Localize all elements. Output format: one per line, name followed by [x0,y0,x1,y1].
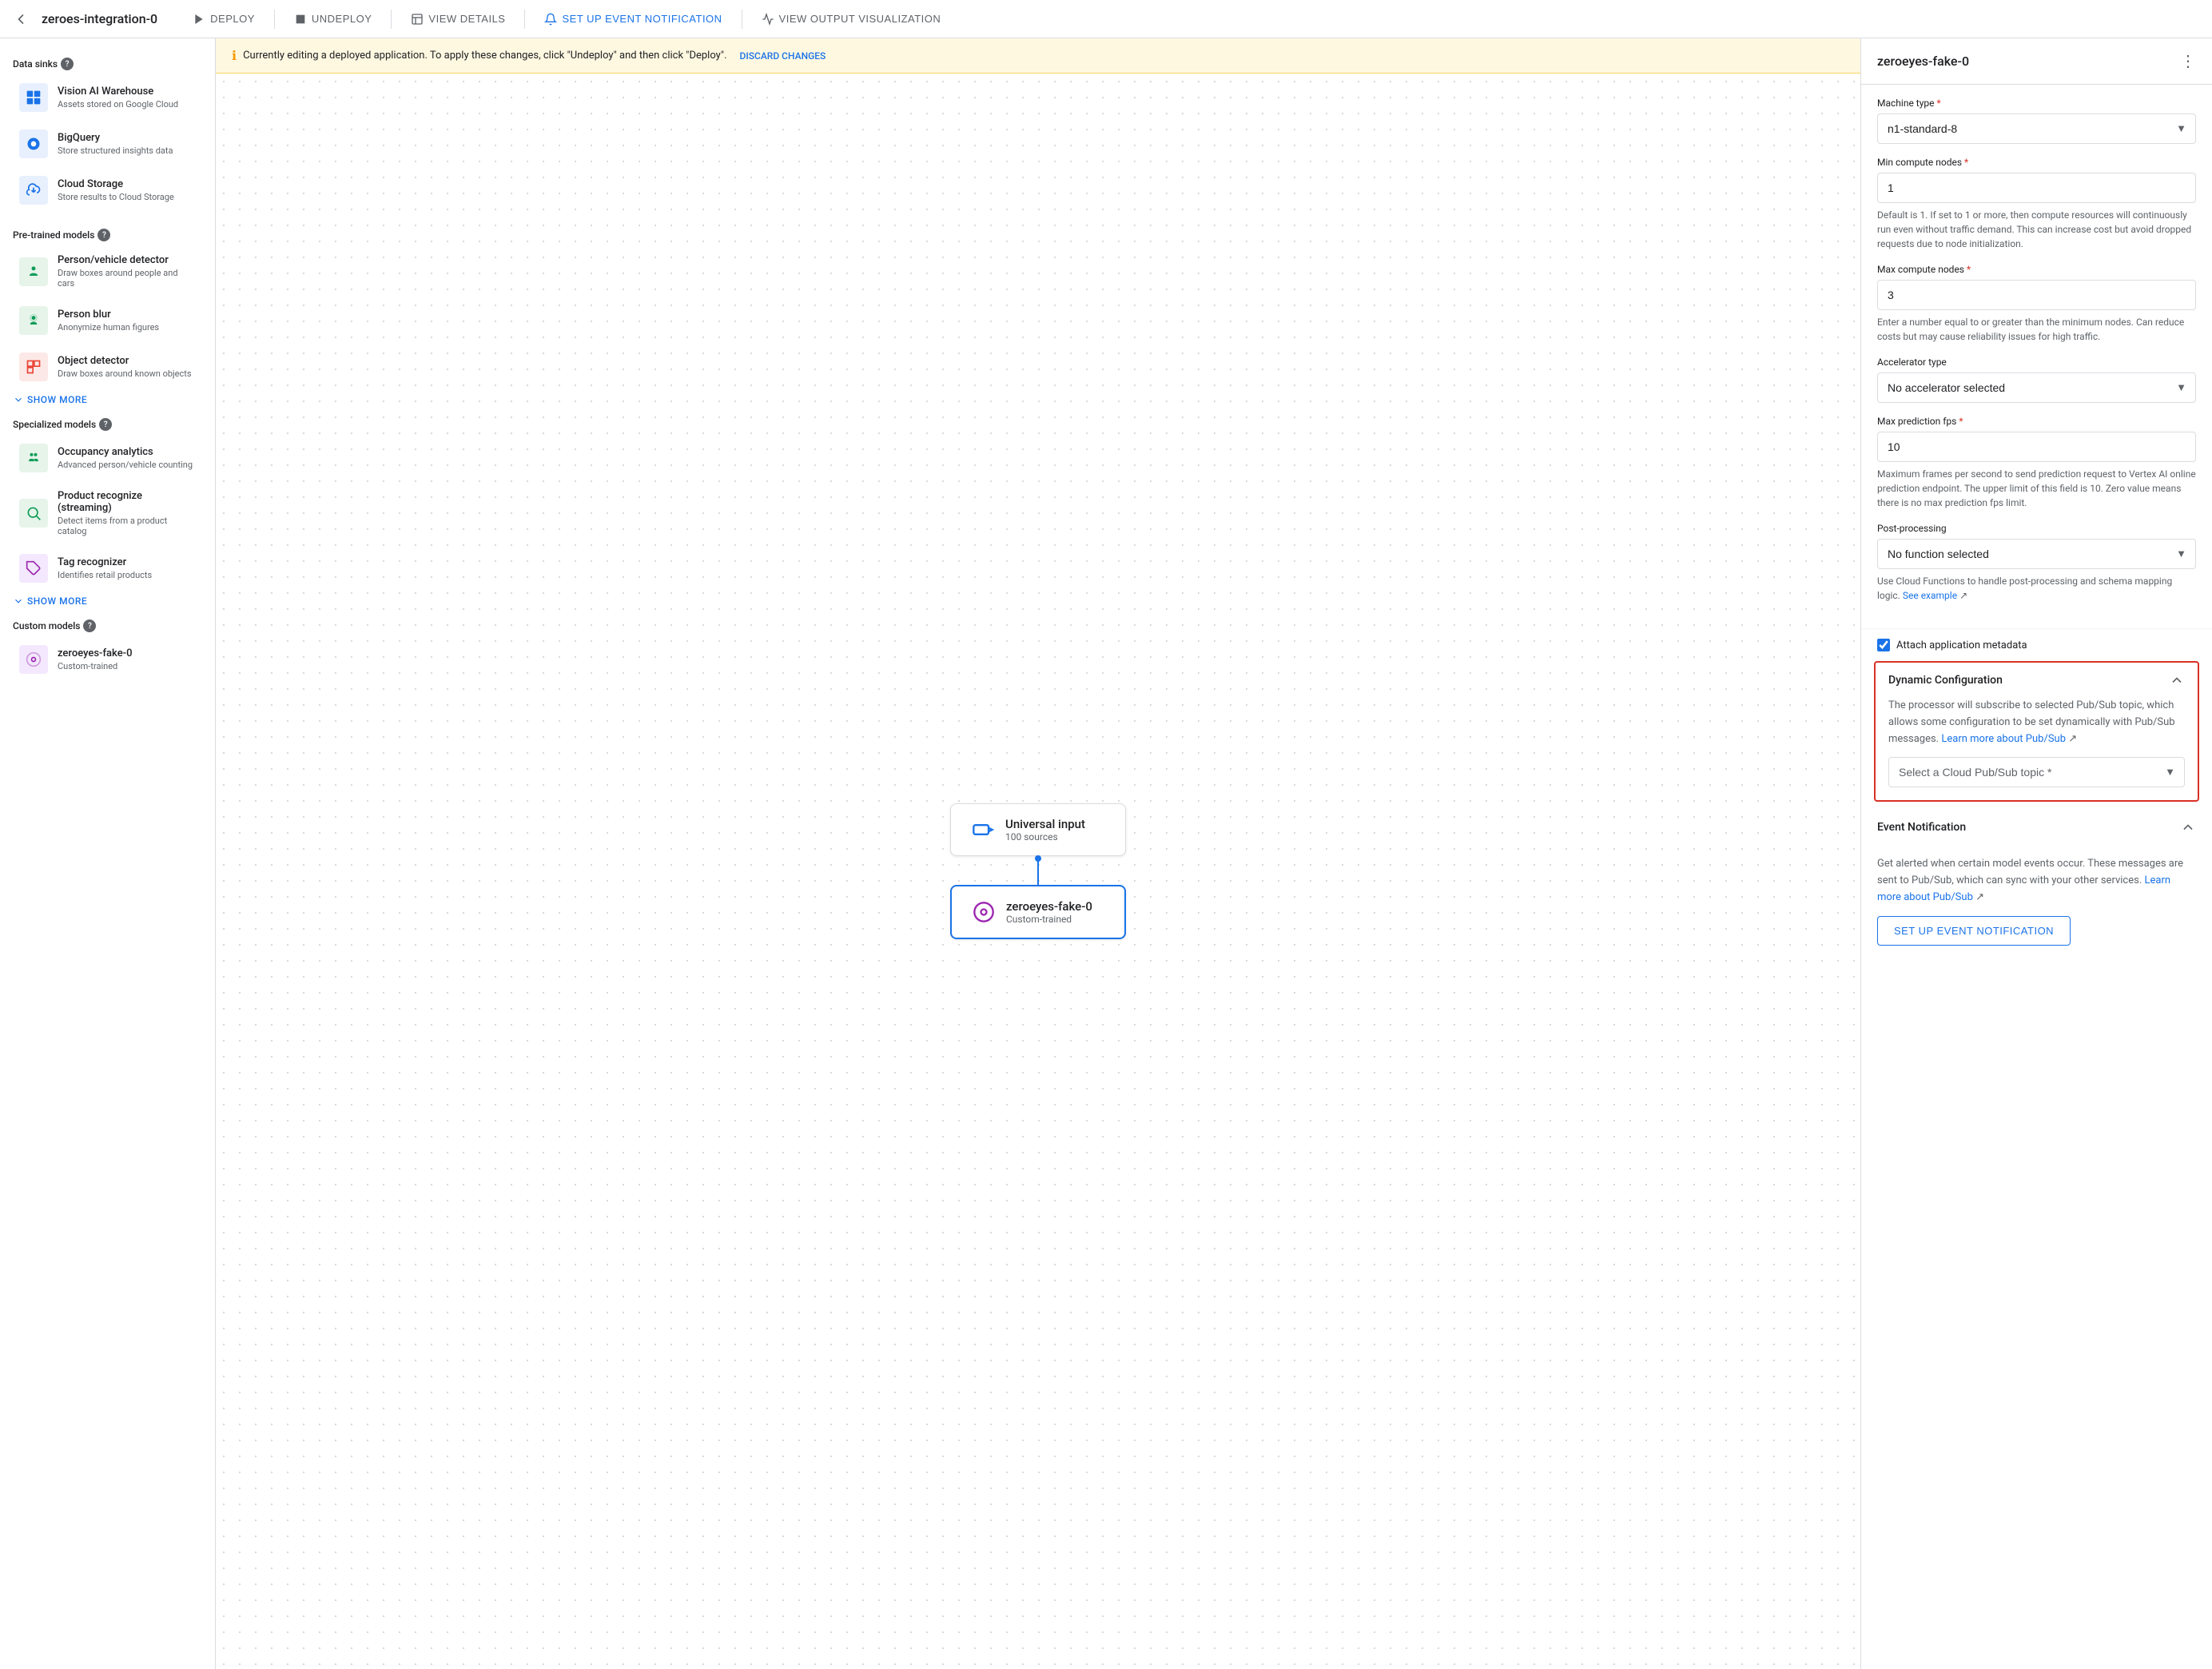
warning-banner: ℹ Currently editing a deployed applicati… [216,38,1860,74]
custom-help-icon[interactable]: ? [83,619,96,632]
event-notification-body: Get alerted when certain model events oc… [1861,846,2212,915]
pubsub-topic-select[interactable]: Select a Cloud Pub/Sub topic * [1888,757,2185,787]
pretrained-section-title: Pre-trained models ? [0,222,215,245]
data-sinks-help-icon[interactable]: ? [61,58,74,70]
attach-metadata-checkbox[interactable] [1877,639,1890,651]
product-recognize-icon [19,499,48,528]
right-panel-title: zeroeyes-fake-0 [1877,54,1969,69]
bigquery-icon [19,129,48,158]
event-notification-header[interactable]: Event Notification [1861,808,2212,846]
dynamic-config-body: The processor will subscribe to selected… [1876,698,2198,800]
right-panel: zeroeyes-fake-0 ⋮ Machine type * n1-stan… [1860,38,2212,1669]
event-notification-section: Event Notification Get alerted when cert… [1861,808,2212,961]
setup-event-notification-button[interactable]: SET UP EVENT NOTIFICATION [1877,916,2071,946]
zeroeyes-icon [19,645,48,674]
accel-type-field: Accelerator type No accelerator selected… [1877,357,2196,403]
show-more-specialized[interactable]: SHOW MORE [0,592,215,610]
person-blur-icon [19,306,48,335]
machine-type-field: Machine type * n1-standard-8 n1-standard… [1877,98,2196,144]
person-vehicle-icon [19,257,48,286]
sidebar-item-bigquery[interactable]: BigQuery Store structured insights data [6,121,209,166]
attach-metadata-label: Attach application metadata [1896,639,2027,651]
machine-type-select[interactable]: n1-standard-8 n1-standard-4 n1-standard-… [1877,114,2196,144]
sidebar-item-occupancy[interactable]: Occupancy analytics Advanced person/vehi… [6,436,209,480]
model-node[interactable]: zeroeyes-fake-0 Custom-trained [950,885,1126,939]
canvas[interactable]: Universal input 100 sources zeroeyes-fak… [216,74,1860,1669]
data-sinks-section-title: Data sinks ? [0,51,215,74]
sidebar-item-cloud-storage[interactable]: Cloud Storage Store results to Cloud Sto… [6,168,209,213]
attach-metadata-row: Attach application metadata [1877,639,2196,651]
tag-recognizer-icon [19,554,48,583]
back-button[interactable] [13,11,29,27]
specialized-section-title: Specialized models ? [0,412,215,434]
postprocessing-select[interactable]: No function selected [1877,539,2196,569]
view-details-button[interactable]: VIEW DETAILS [401,6,515,32]
sidebar-item-tag-recognizer[interactable]: Tag recognizer Identifies retail product… [6,546,209,591]
right-panel-header: zeroeyes-fake-0 ⋮ [1861,38,2212,85]
more-options-button[interactable]: ⋮ [2180,51,2196,71]
postprocessing-field: Post-processing No function selected ▼ U… [1877,523,2196,603]
app-title: zeroes-integration-0 [42,11,157,26]
occupancy-icon [19,444,48,472]
pubsub-select-wrapper: Select a Cloud Pub/Sub topic * ▼ [1888,757,2185,787]
discard-changes-link[interactable]: DISCARD CHANGES [740,50,826,62]
machine-type-section: Machine type * n1-standard-8 n1-standard… [1861,85,2212,629]
sidebar-item-object-detector[interactable]: Object detector Draw boxes around known … [6,345,209,389]
specialized-help-icon[interactable]: ? [99,418,112,431]
view-output-button[interactable]: VIEW OUTPUT VISUALIZATION [752,6,951,32]
warning-icon: ℹ [232,48,237,63]
see-example-link[interactable]: See example [1903,590,1957,601]
cloud-storage-icon [19,176,48,205]
sidebar-item-person-blur[interactable]: Person blur Anonymize human figures [6,298,209,343]
show-more-pretrained[interactable]: SHOW MORE [0,391,215,408]
sidebar-item-person-vehicle[interactable]: Person/vehicle detector Draw boxes aroun… [6,246,209,297]
custom-models-section-title: Custom models ? [0,613,215,635]
top-navigation: zeroes-integration-0 DEPLOY UNDEPLOY VIE… [0,0,2212,38]
pretrained-help-icon[interactable]: ? [97,229,110,241]
deploy-button[interactable]: DEPLOY [183,6,265,32]
setup-event-notification-button-nav[interactable]: SET UP EVENT NOTIFICATION [535,6,731,32]
dynamic-config-section: Dynamic Configuration The processor will… [1874,661,2199,802]
dynamic-config-collapse-icon [2169,672,2185,688]
vision-ai-icon [19,83,48,112]
model-icon [971,899,997,925]
min-nodes-input[interactable] [1877,173,2196,203]
max-nodes-field: Max compute nodes * Enter a number equal… [1877,264,2196,344]
pubsub-learn-more-link[interactable]: Learn more about Pub/Sub [1941,733,2066,745]
sidebar-item-product-recognize[interactable]: Product recognize (streaming) Detect ite… [6,482,209,544]
sidebar-item-vision-ai-warehouse[interactable]: Vision AI Warehouse Assets stored on Goo… [6,75,209,120]
object-detector-icon [19,353,48,381]
max-nodes-input[interactable] [1877,280,2196,310]
dynamic-config-header[interactable]: Dynamic Configuration [1876,663,2198,698]
universal-input-node[interactable]: Universal input 100 sources [950,803,1126,856]
max-fps-input[interactable] [1877,432,2196,462]
undeploy-button[interactable]: UNDEPLOY [284,6,382,32]
accel-type-select[interactable]: No accelerator selected NVIDIA Tesla T4 … [1877,372,2196,403]
flow-container: Universal input 100 sources zeroeyes-fak… [950,803,1126,939]
flow-connector [1036,856,1040,885]
universal-input-icon [970,817,996,842]
canvas-area: ℹ Currently editing a deployed applicati… [216,38,1860,1669]
max-fps-field: Max prediction fps * Maximum frames per … [1877,416,2196,510]
sidebar: Data sinks ? Vision AI Warehouse Assets … [0,38,216,1669]
sidebar-item-zeroeyes[interactable]: zeroeyes-fake-0 Custom-trained [6,637,209,682]
min-nodes-field: Min compute nodes * Default is 1. If set… [1877,157,2196,251]
event-notification-collapse-icon [2180,819,2196,835]
